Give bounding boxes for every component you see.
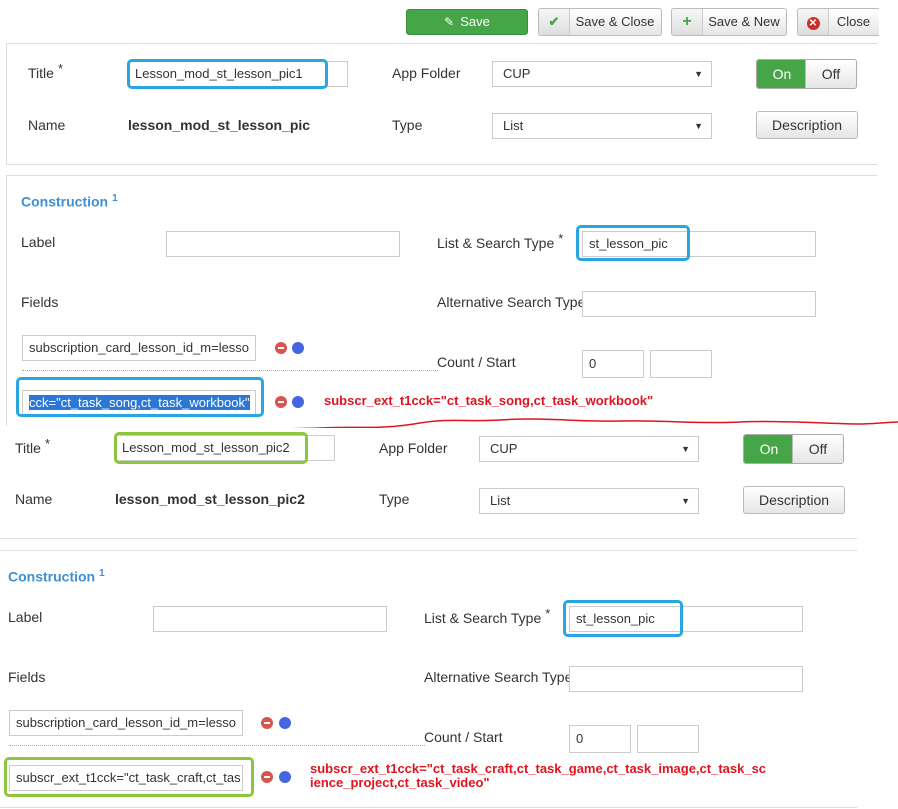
- form1-list-search-label: List & Search Type *: [437, 231, 564, 251]
- save-new-button[interactable]: + Save & New: [671, 8, 787, 36]
- form2-field2-highlight: [4, 757, 254, 797]
- form2-toggle-on[interactable]: On: [744, 435, 794, 463]
- form2-label-label: Label: [8, 609, 43, 625]
- form2-annotation: subscr_ext_t1cck="ct_task_craft,ct_task_…: [310, 762, 766, 790]
- save-new-label: Save & New: [708, 14, 780, 29]
- form2-list-search-label: List & Search Type *: [424, 606, 551, 626]
- plus-icon: +: [672, 9, 703, 35]
- form2-count-input[interactable]: 0: [569, 725, 631, 753]
- form1-toggle-on[interactable]: On: [757, 60, 807, 88]
- form2-fields-label: Fields: [8, 669, 46, 685]
- form2-title-label: Title *: [15, 436, 50, 456]
- save-close-label: Save & Close: [575, 14, 655, 29]
- form1-annotation: subscr_ext_t1cck="ct_task_song,ct_task_w…: [324, 393, 654, 408]
- chevron-down-icon: ▼: [694, 69, 703, 79]
- form2-start-input[interactable]: [637, 725, 699, 753]
- add-icon[interactable]: [279, 717, 291, 729]
- form1-description-button[interactable]: Description: [756, 111, 858, 139]
- form1-app-folder-value: CUP: [503, 66, 531, 81]
- form2-app-folder-label: App Folder: [379, 440, 448, 456]
- form1-start-input[interactable]: [650, 350, 712, 378]
- form2-state-toggle[interactable]: On Off: [743, 434, 844, 464]
- add-icon[interactable]: [292, 342, 304, 354]
- remove-icon[interactable]: [261, 771, 273, 783]
- form2-type-select[interactable]: List ▼: [479, 488, 699, 514]
- form2-field1-input[interactable]: subscription_card_lesson_id_m=lesso: [9, 710, 243, 736]
- toolbar: ✎ Save ✔ Save & Close + Save & New ✕ Clos…: [0, 0, 898, 42]
- form1-list-search-highlight: [576, 225, 690, 261]
- chevron-down-icon: ▼: [681, 444, 690, 454]
- save-button-label: Save: [460, 14, 490, 29]
- form1-type-select[interactable]: List ▼: [492, 113, 712, 139]
- form2-name-label: Name: [15, 491, 53, 507]
- form1-title-label: Title *: [28, 61, 63, 81]
- form2-app-folder-select[interactable]: CUP ▼: [479, 436, 699, 462]
- close-label: Close: [836, 14, 871, 29]
- form2-alt-search-input[interactable]: [569, 666, 803, 692]
- chevron-down-icon: ▼: [694, 121, 703, 131]
- form2-annotation-line2: ience_project,ct_task_video": [310, 775, 490, 790]
- save-button[interactable]: ✎ Save: [406, 9, 528, 35]
- form2-description-button[interactable]: Description: [743, 486, 845, 514]
- remove-icon[interactable]: [261, 717, 273, 729]
- close-circle-icon: ✕: [798, 9, 829, 35]
- form2-count-start-label: Count / Start: [424, 729, 503, 745]
- form1-fields-label: Fields: [21, 294, 59, 310]
- form2-title-highlight: [114, 432, 308, 464]
- form2-type-label: Type: [379, 491, 410, 507]
- form2-list-search-highlight: [563, 600, 683, 637]
- form2-alt-search-label: Alternative Search Type: [424, 669, 573, 685]
- form2-construction-title: Construction 1: [8, 568, 105, 585]
- form2-toggle-off[interactable]: Off: [792, 435, 843, 463]
- form1-type-label: Type: [392, 117, 423, 133]
- chevron-down-icon: ▼: [681, 496, 690, 506]
- form1-title-highlight: [127, 59, 328, 89]
- form2-type-value: List: [490, 493, 511, 508]
- form1-alt-search-label: Alternative Search Type: [437, 294, 586, 310]
- form2-app-folder-value: CUP: [490, 441, 518, 456]
- form1-count-input[interactable]: 0: [582, 350, 644, 378]
- form1-app-folder-select[interactable]: CUP ▼: [492, 61, 712, 87]
- form1-type-value: List: [503, 118, 524, 133]
- form2-label-input[interactable]: [153, 606, 387, 632]
- form1-label-label: Label: [21, 234, 56, 250]
- remove-icon[interactable]: [275, 342, 287, 354]
- form2-annotation-line1: subscr_ext_t1cck="ct_task_craft,ct_task_…: [310, 761, 767, 776]
- form1-label-input[interactable]: [166, 231, 400, 257]
- edit-icon: ✎: [444, 15, 455, 29]
- form2-field1-divider: [9, 745, 425, 746]
- form1-field1-input[interactable]: subscription_card_lesson_id_m=lesso: [22, 335, 256, 361]
- remove-icon[interactable]: [275, 396, 287, 408]
- save-close-button[interactable]: ✔ Save & Close: [538, 8, 662, 36]
- form2-name-value: lesson_mod_st_lesson_pic2: [115, 491, 305, 507]
- form1-name-value: lesson_mod_st_lesson_pic: [128, 117, 311, 133]
- form1-construction-title: Construction 1: [21, 193, 118, 210]
- close-button[interactable]: ✕ Close: [797, 8, 879, 36]
- form1-toggle-off[interactable]: Off: [805, 60, 856, 88]
- form1-app-folder-label: App Folder: [392, 65, 461, 81]
- form1-alt-search-input[interactable]: [582, 291, 816, 317]
- check-icon: ✔: [539, 9, 570, 35]
- add-icon[interactable]: [279, 771, 291, 783]
- form1-count-start-label: Count / Start: [437, 354, 516, 370]
- add-icon[interactable]: [292, 396, 304, 408]
- form1-state-toggle[interactable]: On Off: [756, 59, 857, 89]
- form1-name-label: Name: [28, 117, 66, 133]
- form1-field1-divider: [22, 370, 438, 371]
